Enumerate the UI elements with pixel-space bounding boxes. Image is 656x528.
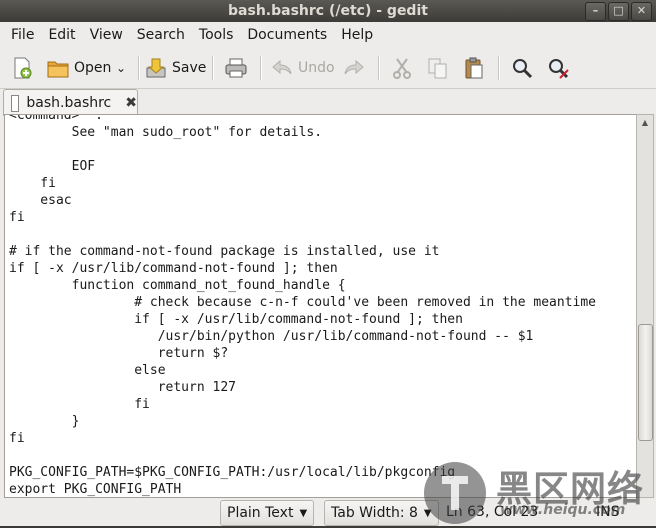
menu-view[interactable]: View bbox=[83, 22, 130, 48]
menu-documents[interactable]: Documents bbox=[240, 22, 334, 48]
close-tab-icon[interactable]: ✖ bbox=[125, 95, 137, 111]
language-label: Plain Text bbox=[227, 505, 294, 521]
watermark: 黑区网络 www.heiqu.com bbox=[424, 460, 656, 526]
title-bar[interactable]: bash.bashrc (/etc) - gedit – □ ✕ bbox=[0, 0, 656, 22]
open-label: Open bbox=[74, 60, 112, 76]
open-recent-dropdown[interactable]: ⌄ bbox=[116, 54, 126, 82]
menu-tools[interactable]: Tools bbox=[192, 22, 241, 48]
copy-icon bbox=[428, 58, 447, 79]
find-button[interactable] bbox=[510, 54, 538, 82]
menu-edit[interactable]: Edit bbox=[41, 22, 82, 48]
toolbar-separator bbox=[138, 56, 140, 80]
language-selector[interactable]: Plain Text ▼ bbox=[220, 500, 315, 526]
chevron-down-icon: ▼ bbox=[299, 507, 308, 519]
folder-icon bbox=[47, 61, 69, 78]
menu-search[interactable]: Search bbox=[130, 22, 192, 48]
redo-button[interactable] bbox=[342, 54, 370, 82]
cut-button[interactable] bbox=[390, 54, 418, 82]
toolbar-separator bbox=[498, 56, 500, 80]
menu-bar: File Edit View Search Tools Documents He… bbox=[0, 22, 656, 48]
paste-button[interactable] bbox=[462, 54, 490, 82]
undo-icon bbox=[272, 59, 292, 75]
new-button[interactable] bbox=[10, 54, 38, 82]
open-button[interactable]: Open bbox=[46, 54, 111, 82]
tab-bash-bashrc[interactable]: bash.bashrc ✖ bbox=[3, 89, 138, 116]
toolbar-separator bbox=[378, 56, 380, 80]
tab-label: bash.bashrc bbox=[26, 95, 112, 111]
copy-button[interactable] bbox=[426, 54, 454, 82]
close-window-button[interactable]: ✕ bbox=[631, 2, 652, 21]
printer-icon bbox=[225, 58, 247, 78]
undo-label: Undo bbox=[298, 60, 335, 76]
tab-bar: bash.bashrc ✖ bbox=[0, 88, 656, 116]
new-document-icon bbox=[14, 57, 32, 79]
save-icon bbox=[146, 58, 166, 78]
redo-icon bbox=[344, 59, 364, 75]
toolbar-separator bbox=[212, 56, 214, 80]
chevron-down-icon: ⌄ bbox=[116, 61, 127, 75]
maximize-button[interactable]: □ bbox=[608, 2, 629, 21]
document-icon bbox=[11, 94, 20, 112]
code-text: <command>' : See "man sudo_root" for det… bbox=[9, 114, 596, 497]
undo-button[interactable]: Undo bbox=[270, 54, 335, 82]
search-replace-icon bbox=[549, 59, 569, 79]
scrollbar-thumb[interactable] bbox=[638, 323, 653, 441]
scroll-up-arrow-icon[interactable]: ▲ bbox=[637, 115, 653, 131]
toolbar-separator bbox=[260, 56, 262, 80]
watermark-logo-icon bbox=[424, 462, 486, 524]
save-button[interactable]: Save bbox=[144, 54, 206, 82]
print-button[interactable] bbox=[224, 54, 252, 82]
window-controls: – □ ✕ bbox=[585, 2, 652, 21]
gedit-window: bash.bashrc (/etc) - gedit – □ ✕ File Ed… bbox=[0, 0, 656, 526]
tab-width-selector[interactable]: Tab Width: 8 ▼ bbox=[324, 500, 439, 526]
vertical-scrollbar[interactable]: ▲ bbox=[636, 114, 654, 498]
window-title: bash.bashrc (/etc) - gedit bbox=[228, 3, 428, 19]
toolbar: Open ⌄ Save Undo bbox=[0, 48, 656, 89]
menu-help[interactable]: Help bbox=[334, 22, 380, 48]
scissors-icon bbox=[393, 58, 411, 79]
save-label: Save bbox=[172, 60, 207, 76]
text-editor[interactable]: <command>' : See "man sudo_root" for det… bbox=[4, 114, 638, 498]
tab-width-label: Tab Width: 8 bbox=[331, 505, 418, 521]
search-icon bbox=[513, 59, 533, 79]
menu-file[interactable]: File bbox=[4, 22, 41, 48]
minimize-button[interactable]: – bbox=[585, 2, 606, 21]
clipboard-icon bbox=[465, 57, 483, 79]
find-replace-button[interactable] bbox=[546, 54, 574, 82]
watermark-url: www.heiqu.com bbox=[500, 502, 626, 518]
